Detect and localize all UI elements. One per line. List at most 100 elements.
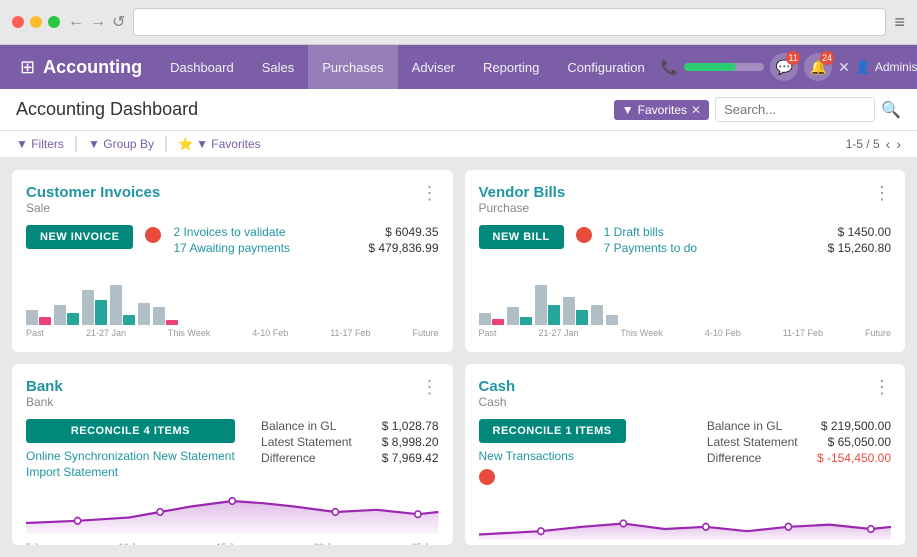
balance-gl-amount: $ 219,500.00 xyxy=(821,419,891,433)
online-sync-link[interactable]: Online Synchronization New Statement xyxy=(26,449,235,463)
messages-button[interactable]: 💬 11 xyxy=(770,53,798,81)
bar xyxy=(507,307,519,325)
search-button[interactable]: 🔍 xyxy=(881,100,901,120)
bank-links: Online Synchronization New Statement Imp… xyxy=(26,449,235,479)
line-label: 10 Jan xyxy=(119,542,146,546)
forward-button[interactable]: → xyxy=(90,13,106,31)
app-grid-icon[interactable]: ⊞ xyxy=(20,57,35,78)
new-transactions-link[interactable]: New Transactions xyxy=(479,449,626,463)
card-body: NEW INVOICE 2 Invoices to validate $ 604… xyxy=(26,225,439,267)
line-chart-svg xyxy=(479,485,892,540)
chart-label: Past xyxy=(479,328,497,338)
chart-labels: Past 21-27 Jan This Week 4-10 Feb 11-17 … xyxy=(479,328,892,338)
close-button[interactable] xyxy=(12,16,24,28)
group-by-button[interactable]: ▼ Group By xyxy=(88,137,154,151)
cash-status-dot xyxy=(479,469,495,485)
cash-title[interactable]: Cash xyxy=(479,378,516,395)
stat2-label[interactable]: 17 Awaiting payments xyxy=(173,241,290,255)
balance-row-diff: Difference $ -154,450.00 xyxy=(707,451,891,465)
bar-chart xyxy=(479,275,892,325)
minimize-button[interactable] xyxy=(30,16,42,28)
bar xyxy=(123,315,135,325)
bank-title[interactable]: Bank xyxy=(26,378,63,395)
favorites-button[interactable]: ⭐ ▼ Favorites xyxy=(178,137,261,151)
new-invoice-button[interactable]: NEW INVOICE xyxy=(26,225,133,249)
user-menu[interactable]: 👤 Administrator xyxy=(856,60,917,74)
back-button[interactable]: ← xyxy=(68,13,84,31)
nav-item-configuration[interactable]: Configuration xyxy=(553,45,658,89)
stat-row-2: 17 Awaiting payments $ 479,836.99 xyxy=(173,241,438,255)
diff-amount: $ -154,450.00 xyxy=(817,451,891,465)
card-body: RECONCILE 4 ITEMS Online Synchronization… xyxy=(26,419,439,479)
chart-label: Future xyxy=(412,328,438,338)
card-body: NEW BILL 1 Draft bills $ 1450.00 7 Payme… xyxy=(479,225,892,267)
nav-item-dashboard[interactable]: Dashboard xyxy=(156,45,248,89)
prev-page-button[interactable]: ‹ xyxy=(886,136,891,152)
nav-item-sales[interactable]: Sales xyxy=(248,45,309,89)
browser-menu-button[interactable]: ≡ xyxy=(894,12,905,33)
card-header: Customer Invoices Sale ⋮ xyxy=(26,184,439,223)
card-menu-button[interactable]: ⋮ xyxy=(421,378,439,396)
chart-label: This Week xyxy=(168,328,210,338)
filters-button[interactable]: ▼ Filters xyxy=(16,137,64,151)
status-dot xyxy=(145,227,161,243)
chart-label: 4-10 Feb xyxy=(252,328,288,338)
stat1-label[interactable]: 1 Draft bills xyxy=(604,225,664,239)
customer-invoices-title[interactable]: Customer Invoices xyxy=(26,184,160,201)
nav-item-reporting[interactable]: Reporting xyxy=(469,45,553,89)
line-chart-svg xyxy=(26,479,439,534)
chart-label: 11-17 Feb xyxy=(330,328,370,338)
line-label: 25 Jan xyxy=(411,542,438,546)
next-page-button[interactable]: › xyxy=(896,136,901,152)
favorites-filter-tag[interactable]: ▼ Favorites ✕ xyxy=(614,100,709,120)
stat-row-1: 1 Draft bills $ 1450.00 xyxy=(604,225,891,239)
card-menu-button[interactable]: ⋮ xyxy=(873,184,891,202)
remove-filter-button[interactable]: ✕ xyxy=(691,103,701,117)
bank-subtitle: Bank xyxy=(26,395,63,409)
search-input[interactable] xyxy=(715,97,875,122)
reconcile-bank-button[interactable]: RECONCILE 4 ITEMS xyxy=(26,419,235,443)
cash-links: New Transactions xyxy=(479,449,626,485)
close-session-icon[interactable]: ✕ xyxy=(838,59,850,76)
bar-group-3 xyxy=(138,303,150,325)
stat1-amount: $ 6049.35 xyxy=(385,225,438,239)
balance-gl-label: Balance in GL xyxy=(261,419,336,433)
reconcile-cash-button[interactable]: RECONCILE 1 ITEMS xyxy=(479,419,626,443)
bar-group-3 xyxy=(591,305,603,325)
card-menu-button[interactable]: ⋮ xyxy=(421,184,439,202)
filter-bar: ▼ Filters | ▼ Group By | ⭐ ▼ Favorites 1… xyxy=(0,131,917,158)
notifications-button[interactable]: 🔔 24 xyxy=(804,53,832,81)
stat2-label[interactable]: 7 Payments to do xyxy=(604,241,697,255)
chart-label: Future xyxy=(865,328,891,338)
maximize-button[interactable] xyxy=(48,16,60,28)
bar xyxy=(576,310,588,325)
vendor-bills-title[interactable]: Vendor Bills xyxy=(479,184,566,201)
import-statement-link[interactable]: Import Statement xyxy=(26,465,235,479)
balance-info: Balance in GL $ 1,028.78 Latest Statemen… xyxy=(261,419,438,467)
dashboard-grid: Customer Invoices Sale ⋮ NEW INVOICE 2 I… xyxy=(0,158,917,557)
new-bill-button[interactable]: NEW BILL xyxy=(479,225,564,249)
stat1-amount: $ 1450.00 xyxy=(838,225,891,239)
bar xyxy=(548,305,560,325)
nav-item-adviser[interactable]: Adviser xyxy=(398,45,469,89)
bar xyxy=(39,317,51,325)
pagination: 1-5 / 5 ‹ › xyxy=(846,136,901,152)
refresh-button[interactable]: ↺ xyxy=(112,12,125,32)
nav-item-purchases[interactable]: Purchases xyxy=(308,45,397,89)
page-header: Accounting Dashboard ▼ Favorites ✕ 🔍 xyxy=(0,89,917,131)
page-title: Accounting Dashboard xyxy=(16,99,198,120)
bar-group-past xyxy=(479,313,504,325)
cash-subtitle: Cash xyxy=(479,395,516,409)
stat1-label[interactable]: 2 Invoices to validate xyxy=(173,225,285,239)
card-header: Cash Cash ⋮ xyxy=(479,378,892,417)
app-logo[interactable]: ⊞ Accounting xyxy=(8,57,154,78)
balance-info: Balance in GL $ 219,500.00 Latest Statem… xyxy=(707,419,891,467)
bar xyxy=(520,317,532,325)
card-menu-button[interactable]: ⋮ xyxy=(873,378,891,396)
address-bar[interactable] xyxy=(133,8,886,36)
phone-icon[interactable]: 📞 xyxy=(661,59,678,76)
chart-labels: Past 21-27 Jan This Week 4-10 Feb 11-17 … xyxy=(26,328,439,338)
balance-row-latest: Latest Statement $ 8,998.20 xyxy=(261,435,438,449)
latest-statement-amount: $ 65,050.00 xyxy=(828,435,891,449)
balance-row-latest: Latest Statement $ 65,050.00 xyxy=(707,435,891,449)
